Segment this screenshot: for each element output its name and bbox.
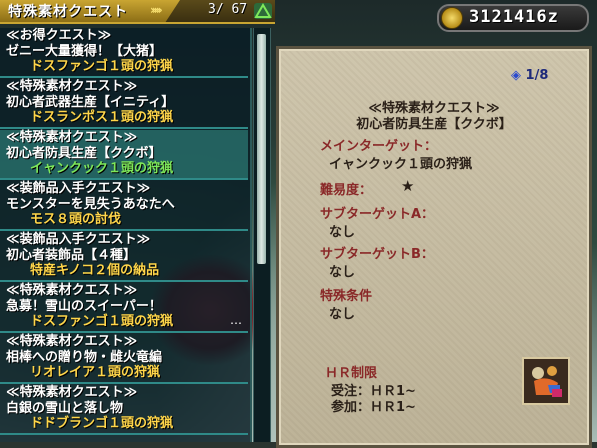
main-target-label: メインターゲット：: [320, 139, 438, 154]
more-indicator: …: [230, 313, 242, 327]
zenny-coin-icon: [441, 7, 463, 29]
quest-list-item[interactable]: ≪装飾品入手クエスト≫ 初心者装飾品【４種】 特産キノコ２個の納品: [0, 232, 248, 282]
quest-goal: ドスファンゴ１頭の狩猟: [30, 59, 174, 74]
quest-list: ≪お得クエスト≫ ゼニー大量獲得！【大猪】 ドスファンゴ１頭の狩猟 ≪特殊素材クエスト…: [0, 28, 252, 442]
page-number: 1/8: [525, 68, 549, 83]
quest-list-item[interactable]: ≪特殊素材クエスト≫ 初心者防具生産【ククボ】 イャンクック１頭の狩猟: [0, 130, 248, 180]
quest-list-item[interactable]: ≪特殊素材クエスト≫ 急募！雪山のスイーパー！ ドスファンゴ１頭の狩猟 …: [0, 283, 248, 333]
quest-name: 初心者武器生産【イニティ】: [6, 94, 175, 110]
quest-detail-panel: ◈ 1/8 ≪特殊素材クエスト≫ 初心者防具生産【ククボ】 メインターゲット： …: [276, 46, 592, 448]
quest-type: ≪特殊素材クエスト≫: [6, 385, 138, 400]
special-conditions-label: 特殊条件: [320, 289, 373, 304]
quest-list-item[interactable]: ≪特殊素材クエスト≫ 初心者武器生産【イニティ】 ドスランポス１頭の狩猟: [0, 79, 248, 129]
quest-name: モンスターを見失うあなたへ: [6, 196, 175, 212]
quest-goal: ドスファンゴ１頭の狩猟: [30, 314, 174, 329]
quest-goal: 特産キノコ２個の納品: [30, 263, 160, 278]
list-header: 特殊素材クエスト ››››› 3/ 67: [0, 0, 275, 24]
quest-list-item[interactable]: ≪お得クエスト≫ ゼニー大量獲得！【大猪】 ドスファンゴ１頭の狩猟: [0, 28, 248, 78]
quest-type: ≪特殊素材クエスト≫: [6, 334, 138, 349]
difficulty-label: 難易度：: [320, 183, 373, 198]
quest-name: 急募！雪山のスイーパー！: [6, 298, 162, 314]
quest-list-item[interactable]: ≪装飾品入手クエスト≫ モンスターを見失うあなたへ モス８頭の討伐: [0, 181, 248, 231]
quest-list-item[interactable]: ≪特殊素材クエスト≫ 白銀の雪山と落し物 ドドブランゴ１頭の狩猟: [0, 385, 248, 435]
hr-join: 参加：ＨＲ1~: [331, 400, 416, 415]
page-indicator[interactable]: ◈ 1/8: [511, 68, 583, 84]
special-conditions-value: なし: [329, 307, 356, 322]
category-title: 特殊素材クエスト: [8, 4, 128, 20]
quest-list-item[interactable]: ≪特殊素材クエスト≫ 相棒への贈り物・雌火竜編 リオレイア１頭の狩猟: [0, 334, 248, 384]
scrollbar-thumb[interactable]: [257, 34, 266, 264]
detail-quest-name: 初心者防具生産【ククボ】: [356, 117, 512, 132]
sub-target-a-value: なし: [329, 225, 356, 240]
page-prev-icon[interactable]: ◈: [511, 68, 521, 83]
quest-name: 相棒への贈り物・雌火竜編: [6, 349, 163, 365]
hr-limit-title: ＨＲ制限: [325, 366, 378, 381]
quest-name: 初心者装飾品【４種】: [6, 247, 137, 263]
quest-type: ≪お得クエスト≫: [6, 28, 112, 43]
chevron-right-icon: ›››››: [150, 3, 163, 17]
quest-name: 白銀の雪山と落し物: [6, 400, 124, 416]
quest-goal: ドスランポス１頭の狩猟: [30, 110, 174, 125]
monster-icon: [522, 357, 570, 405]
quest-goal: モス８頭の討伐: [30, 212, 122, 227]
zenny-amount: 3121416z: [469, 7, 559, 27]
sub-target-a-label: サブターゲットA：: [320, 207, 435, 222]
quest-type: ≪特殊素材クエスト≫: [6, 283, 138, 298]
quest-goal: リオレイア１頭の狩猟: [30, 365, 161, 380]
sub-target-b-label: サブターゲットB：: [320, 247, 434, 262]
quest-type: ≪特殊素材クエスト≫: [6, 130, 138, 145]
quest-type: ≪装飾品入手クエスト≫: [6, 181, 151, 196]
quest-count: 3/ 67: [208, 2, 248, 17]
quest-name: 初心者防具生産【ククボ】: [6, 145, 162, 161]
quest-type: ≪装飾品入手クエスト≫: [6, 232, 151, 247]
triangle-button-icon[interactable]: [254, 3, 272, 19]
quest-list-scrollbar[interactable]: [253, 28, 271, 442]
quest-goal: ドドブランゴ１頭の狩猟: [30, 416, 174, 431]
main-target-value: イャンクック１頭の狩猟: [329, 157, 473, 172]
quest-name: ゼニー大量獲得！【大猪】: [6, 43, 163, 59]
sub-target-b-value: なし: [329, 265, 356, 280]
difficulty-stars: ★: [401, 177, 415, 195]
quest-goal: イャンクック１頭の狩猟: [30, 161, 174, 176]
zenny-display: 3121416z: [437, 4, 589, 32]
quest-type: ≪特殊素材クエスト≫: [6, 79, 138, 94]
